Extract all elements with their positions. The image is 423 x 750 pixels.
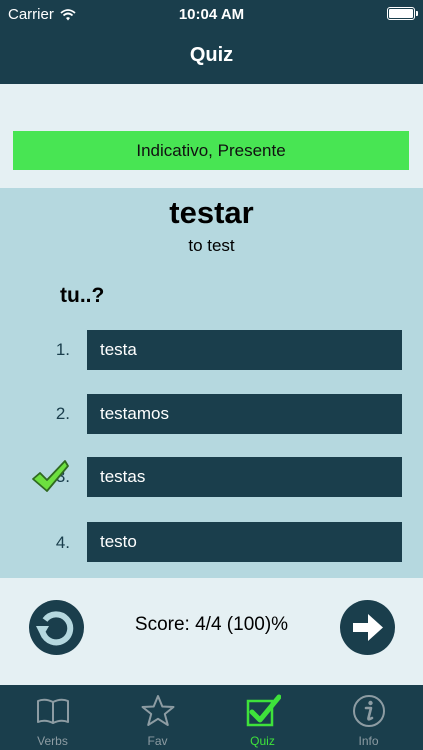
tab-verbs[interactable]: Verbs (0, 685, 105, 750)
verb-translation: to test (188, 236, 235, 255)
answer-option-1[interactable]: testa (87, 330, 402, 370)
arrow-right-icon (353, 614, 383, 641)
tense-banner: Indicativo, Presente (13, 131, 409, 170)
option-number-2: 2. (55, 404, 70, 423)
tab-info[interactable]: Info (316, 685, 421, 750)
tab-label-info: Info (358, 734, 379, 748)
tab-label-fav: Fav (147, 734, 168, 748)
answer-option-3[interactable]: testas (87, 457, 402, 497)
answer-option-2[interactable]: testamos (87, 394, 402, 434)
tab-fav[interactable]: Fav (105, 685, 210, 750)
option-number-1: 1. (55, 340, 70, 359)
verb-infinitive: testar (169, 195, 254, 230)
pronoun-prompt: tu..? (60, 284, 105, 307)
book-icon (37, 698, 69, 724)
status-time: 10:04 AM (178, 6, 245, 23)
tab-label-verbs: Verbs (37, 734, 68, 748)
next-button[interactable] (340, 600, 395, 655)
star-icon (141, 695, 175, 726)
page-title: Quiz (189, 44, 234, 66)
status-bar: Carrier 10:04 AM (0, 0, 423, 28)
navigation-bar: Quiz (0, 28, 423, 84)
option-number-4: 4. (55, 533, 70, 552)
correct-check-icon (32, 460, 69, 492)
tense-label: Indicativo, Presente (136, 140, 286, 160)
tab-bar: Verbs Fav Quiz Info (0, 685, 423, 750)
battery-icon (387, 7, 418, 20)
tab-quiz[interactable]: Quiz (210, 685, 315, 750)
info-icon (353, 695, 385, 727)
checkbox-icon (246, 694, 281, 727)
answer-option-4[interactable]: testo (87, 522, 402, 562)
tab-label-quiz: Quiz (250, 734, 275, 748)
